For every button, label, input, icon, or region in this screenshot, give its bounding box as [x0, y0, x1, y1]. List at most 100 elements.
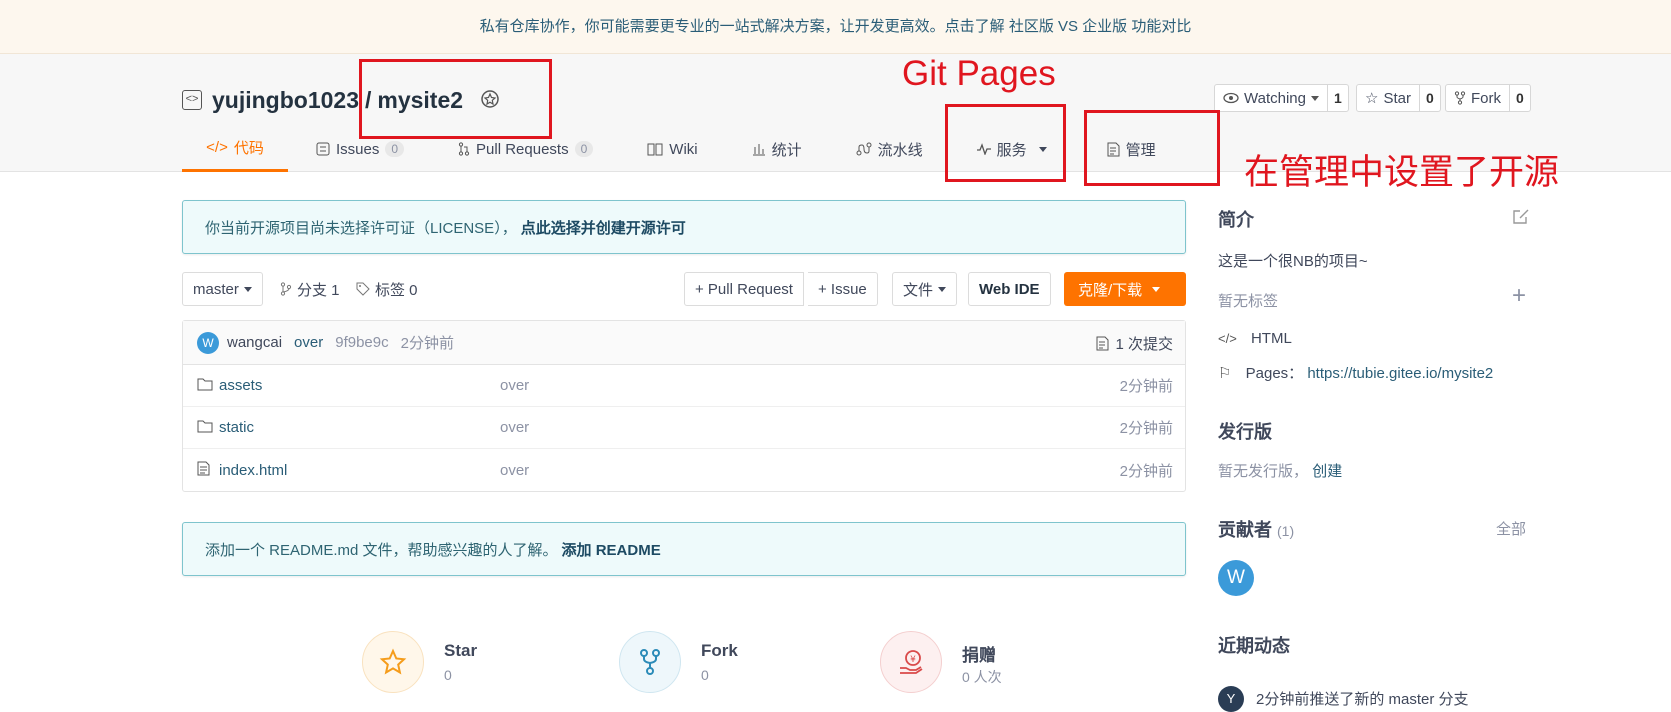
releases-status: 暂无发行版， 创建 — [1218, 460, 1342, 481]
new-pull-request-button[interactable]: + Pull Request — [684, 272, 804, 306]
latest-commit: W wangcai over 9f9be9c 2分钟前 1 次提交 — [183, 321, 1185, 365]
announcement-banner: 私有仓库协作，你可能需要更专业的一站式解决方案，让开发更高效。点击了解 社区版 … — [0, 0, 1671, 54]
file-commit-message[interactable]: over — [500, 462, 529, 479]
license-notice: 你当前开源项目尚未选择许可证（LICENSE）， 点此选择并创建开源许可 — [182, 200, 1186, 254]
tab-wiki[interactable]: Wiki — [647, 126, 698, 172]
create-license-link[interactable]: 点此选择并创建开源许可 — [521, 217, 686, 238]
file-icon — [197, 461, 210, 476]
code-icon: </> — [206, 139, 228, 156]
clone-download-label: 克隆/下载 — [1078, 281, 1143, 299]
table-row[interactable]: index.html over 2分钟前 — [183, 449, 1185, 491]
activity-item[interactable]: 2分钟前推送了新的 master 分支 — [1256, 688, 1469, 709]
tab-pull-requests-count: 0 — [574, 141, 594, 157]
file-name[interactable]: assets — [219, 377, 262, 394]
branch-icon — [280, 282, 292, 296]
releases-title: 发行版 — [1218, 422, 1272, 442]
no-tags-text: 暂无标签 — [1218, 293, 1279, 310]
tab-wiki-label: Wiki — [669, 140, 698, 158]
commit-message[interactable]: over — [294, 334, 323, 351]
fork-icon — [1454, 91, 1466, 105]
annotation-box-repo-name — [359, 59, 552, 139]
pipeline-icon — [856, 142, 872, 156]
commit-author-avatar[interactable]: W — [197, 331, 219, 354]
branch-select[interactable]: master — [182, 272, 263, 306]
file-menu-label: 文件 — [903, 281, 934, 299]
star-icon: ☆ — [1365, 90, 1379, 107]
language-label: HTML — [1250, 330, 1292, 347]
clone-download-button[interactable]: 克隆/下载 — [1064, 272, 1186, 306]
chevron-down-icon — [1152, 286, 1161, 292]
contributor-avatar[interactable]: W — [1218, 560, 1254, 596]
repo-owner-link[interactable]: yujingbo1023 — [212, 87, 359, 114]
file-time: 2分钟前 — [1119, 462, 1173, 480]
banner-compare-link[interactable]: 社区版 VS 企业版 功能对比 — [1009, 18, 1192, 35]
tab-issues-count: 0 — [385, 141, 405, 157]
annotation-manage-note: 在管理中设置了开源 — [1244, 153, 1560, 192]
annotation-box-manage — [1084, 110, 1220, 186]
stat-star-label: Star — [444, 641, 478, 660]
commit-count-link[interactable]: 1 次提交 — [1096, 321, 1173, 365]
file-commit-message[interactable]: over — [500, 419, 529, 436]
add-readme-link[interactable]: 添加 README — [562, 539, 661, 560]
folder-icon — [197, 420, 213, 433]
license-notice-text: 你当前开源项目尚未选择许可证（LICENSE）， — [205, 219, 517, 237]
edit-icon[interactable] — [1512, 208, 1529, 225]
commit-time: 2分钟前 — [400, 335, 454, 352]
star-icon — [362, 631, 424, 693]
tags-label: 标签 0 — [375, 281, 418, 299]
intro-title: 简介 — [1218, 210, 1254, 230]
table-row[interactable]: assets over 2分钟前 — [183, 365, 1185, 407]
repo-toolbar: master 分支 1 标签 0 + Pull Request + Issue … — [182, 272, 1186, 308]
tab-pipeline[interactable]: 流水线 — [856, 126, 923, 172]
fork-count[interactable]: 0 — [1509, 85, 1530, 111]
tab-pull-requests-label: Pull Requests — [476, 140, 569, 158]
activity-avatar[interactable]: Y — [1218, 686, 1244, 712]
annotation-box-services — [945, 104, 1066, 182]
contributors-title: 贡献者 — [1218, 520, 1272, 540]
svg-text:¥: ¥ — [910, 655, 916, 665]
add-tag-icon[interactable]: + — [1512, 284, 1526, 308]
all-contributors-link[interactable]: 全部 — [1496, 518, 1526, 539]
tab-pipeline-label: 流水线 — [877, 141, 923, 159]
tab-code[interactable]: </> 代码 — [182, 126, 288, 172]
star-count[interactable]: 0 — [1418, 85, 1440, 111]
chevron-down-icon — [1310, 95, 1319, 101]
commit-author[interactable]: wangcai — [227, 334, 282, 351]
issues-icon — [316, 142, 330, 156]
annotation-git-pages: Git Pages — [902, 54, 1056, 93]
web-ide-button[interactable]: Web IDE — [968, 272, 1051, 306]
eye-icon — [1223, 92, 1239, 104]
fork-button[interactable]: Fork 0 — [1445, 84, 1531, 112]
readme-notice-text: 添加一个 README.md 文件，帮助感兴趣的人了解。 — [205, 541, 558, 559]
tab-stats[interactable]: 统计 — [752, 126, 802, 172]
chevron-down-icon — [938, 286, 947, 292]
tags-link[interactable]: 标签 0 — [356, 272, 418, 306]
fork-icon — [619, 631, 681, 693]
table-row[interactable]: static over 2分钟前 — [183, 407, 1185, 449]
repo-description: 这是一个很NB的项目~ — [1218, 253, 1368, 270]
create-release-link[interactable]: 创建 — [1312, 463, 1342, 480]
stat-fork-value: 0 — [701, 667, 709, 683]
watch-label: Watching — [1244, 89, 1306, 107]
pages-url-link[interactable]: https://tubie.gitee.io/mysite2 — [1307, 365, 1493, 382]
new-issue-button[interactable]: + Issue — [808, 272, 878, 306]
file-name[interactable]: static — [219, 419, 254, 436]
activity-title: 近期动态 — [1218, 636, 1290, 656]
watch-button[interactable]: Watching 1 — [1214, 84, 1349, 112]
file-commit-message[interactable]: over — [500, 377, 529, 394]
stat-star-value: 0 — [444, 667, 452, 683]
watch-count[interactable]: 1 — [1326, 85, 1348, 111]
file-menu-button[interactable]: 文件 — [892, 272, 958, 306]
tag-icon — [356, 282, 370, 296]
star-button[interactable]: ☆ Star 0 — [1356, 84, 1441, 112]
branch-select-value: master — [193, 280, 239, 298]
commit-sha[interactable]: 9f9be9c — [335, 334, 388, 351]
repo-code-icon: <> — [182, 90, 202, 110]
tab-issues-label: Issues — [336, 140, 380, 158]
file-name[interactable]: index.html — [219, 462, 287, 479]
pages-label: Pages： — [1245, 365, 1304, 382]
banner-text: 私有仓库协作，你可能需要更专业的一站式解决方案，让开发更高效。点击了解 — [479, 18, 1005, 35]
language-item: </> HTML — [1218, 330, 1292, 347]
branches-label: 分支 1 — [297, 281, 340, 299]
branches-link[interactable]: 分支 1 — [280, 272, 340, 306]
